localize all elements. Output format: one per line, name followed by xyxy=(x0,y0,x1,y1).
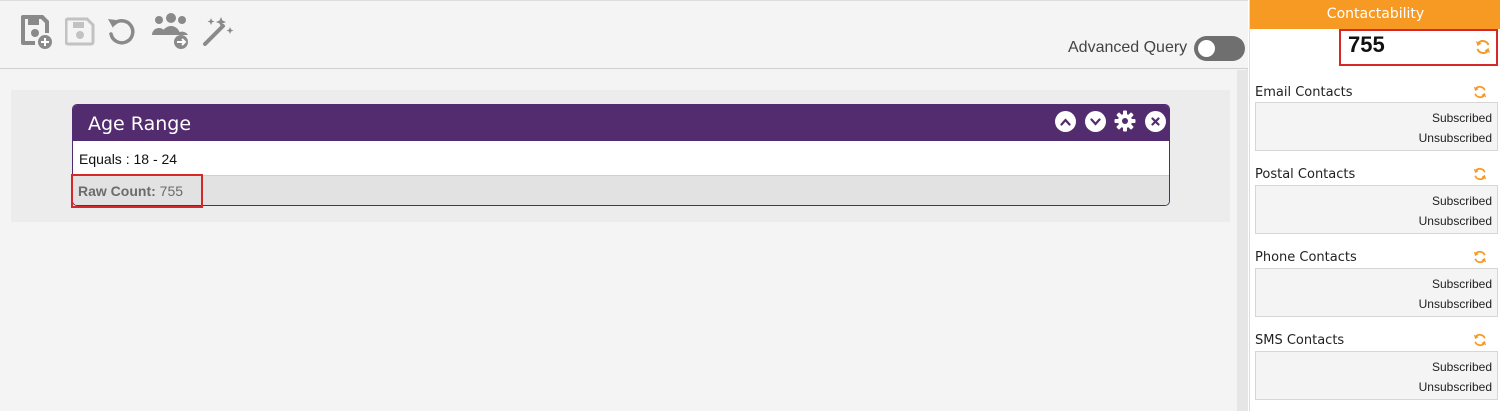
refresh-icon[interactable] xyxy=(1473,333,1487,347)
criteria-rule: Equals : 18 - 24 xyxy=(79,151,178,167)
sms-subscribed: Subscribed xyxy=(1431,360,1492,374)
sms-unsubscribed: Unsubscribed xyxy=(1418,380,1492,394)
move-down-button[interactable] xyxy=(1085,111,1106,132)
sms-contacts-box: Subscribed Unsubscribed xyxy=(1255,351,1498,400)
phone-contacts-box: Subscribed Unsubscribed xyxy=(1255,268,1498,317)
gear-icon[interactable] xyxy=(1114,110,1136,132)
advanced-query-toggle[interactable] xyxy=(1194,36,1245,61)
contactability-total: 755 xyxy=(1348,32,1385,57)
phone-contacts-title: Phone Contacts xyxy=(1255,250,1357,265)
email-contacts-box: Subscribed Unsubscribed xyxy=(1255,102,1498,151)
refresh-icon[interactable] xyxy=(1475,39,1491,55)
criteria-card-footer: Raw Count: 755 xyxy=(73,175,1169,205)
phone-subscribed: Subscribed xyxy=(1431,277,1492,291)
criteria-card-age-range: Age Range Equals: 18 - 24 Raw Count: 75… xyxy=(72,104,1170,206)
chevron-down-icon xyxy=(1090,117,1101,126)
refresh-icon[interactable] xyxy=(1473,85,1487,99)
raw-count: Raw Count: 755 xyxy=(78,183,183,199)
email-unsubscribed: Unsubscribed xyxy=(1418,131,1492,145)
vertical-scrollbar[interactable] xyxy=(1237,70,1248,411)
advanced-query-label: Advanced Query xyxy=(1068,39,1188,56)
query-builder-area: Advanced Query Age Range Equals: 18 - 2… xyxy=(0,0,1248,411)
chevron-up-icon xyxy=(1060,117,1071,126)
postal-contacts-title: Postal Contacts xyxy=(1255,167,1356,182)
refresh-icon[interactable] xyxy=(1473,250,1487,264)
magic-wand-icon[interactable] xyxy=(200,11,236,51)
move-up-button[interactable] xyxy=(1055,111,1076,132)
sms-contacts-title: SMS Contacts xyxy=(1255,333,1345,348)
group-transfer-icon[interactable] xyxy=(150,11,192,51)
criteria-card-header: Age Range xyxy=(73,105,1169,141)
raw-count-value: 755 xyxy=(159,183,184,199)
contactability-panel: Contactability 755 Email Contacts Subscr… xyxy=(1249,0,1500,411)
toolbar: Advanced Query xyxy=(0,0,1248,69)
undo-icon[interactable] xyxy=(103,11,139,51)
save-new-icon[interactable] xyxy=(18,11,54,51)
email-subscribed: Subscribed xyxy=(1431,111,1492,125)
postal-subscribed: Subscribed xyxy=(1431,194,1492,208)
contactability-header: Contactability xyxy=(1250,0,1500,29)
remove-criteria-button[interactable] xyxy=(1145,111,1166,132)
save-icon[interactable] xyxy=(62,11,98,51)
postal-contacts-box: Subscribed Unsubscribed xyxy=(1255,185,1498,234)
postal-unsubscribed: Unsubscribed xyxy=(1418,214,1492,228)
raw-count-label: Raw Count: xyxy=(78,183,156,199)
toggle-knob xyxy=(1198,40,1215,57)
refresh-icon[interactable] xyxy=(1473,167,1487,181)
phone-unsubscribed: Unsubscribed xyxy=(1418,297,1492,311)
criteria-card-title: Age Range xyxy=(88,113,192,135)
close-icon xyxy=(1151,117,1160,126)
email-contacts-title: Email Contacts xyxy=(1255,85,1353,100)
